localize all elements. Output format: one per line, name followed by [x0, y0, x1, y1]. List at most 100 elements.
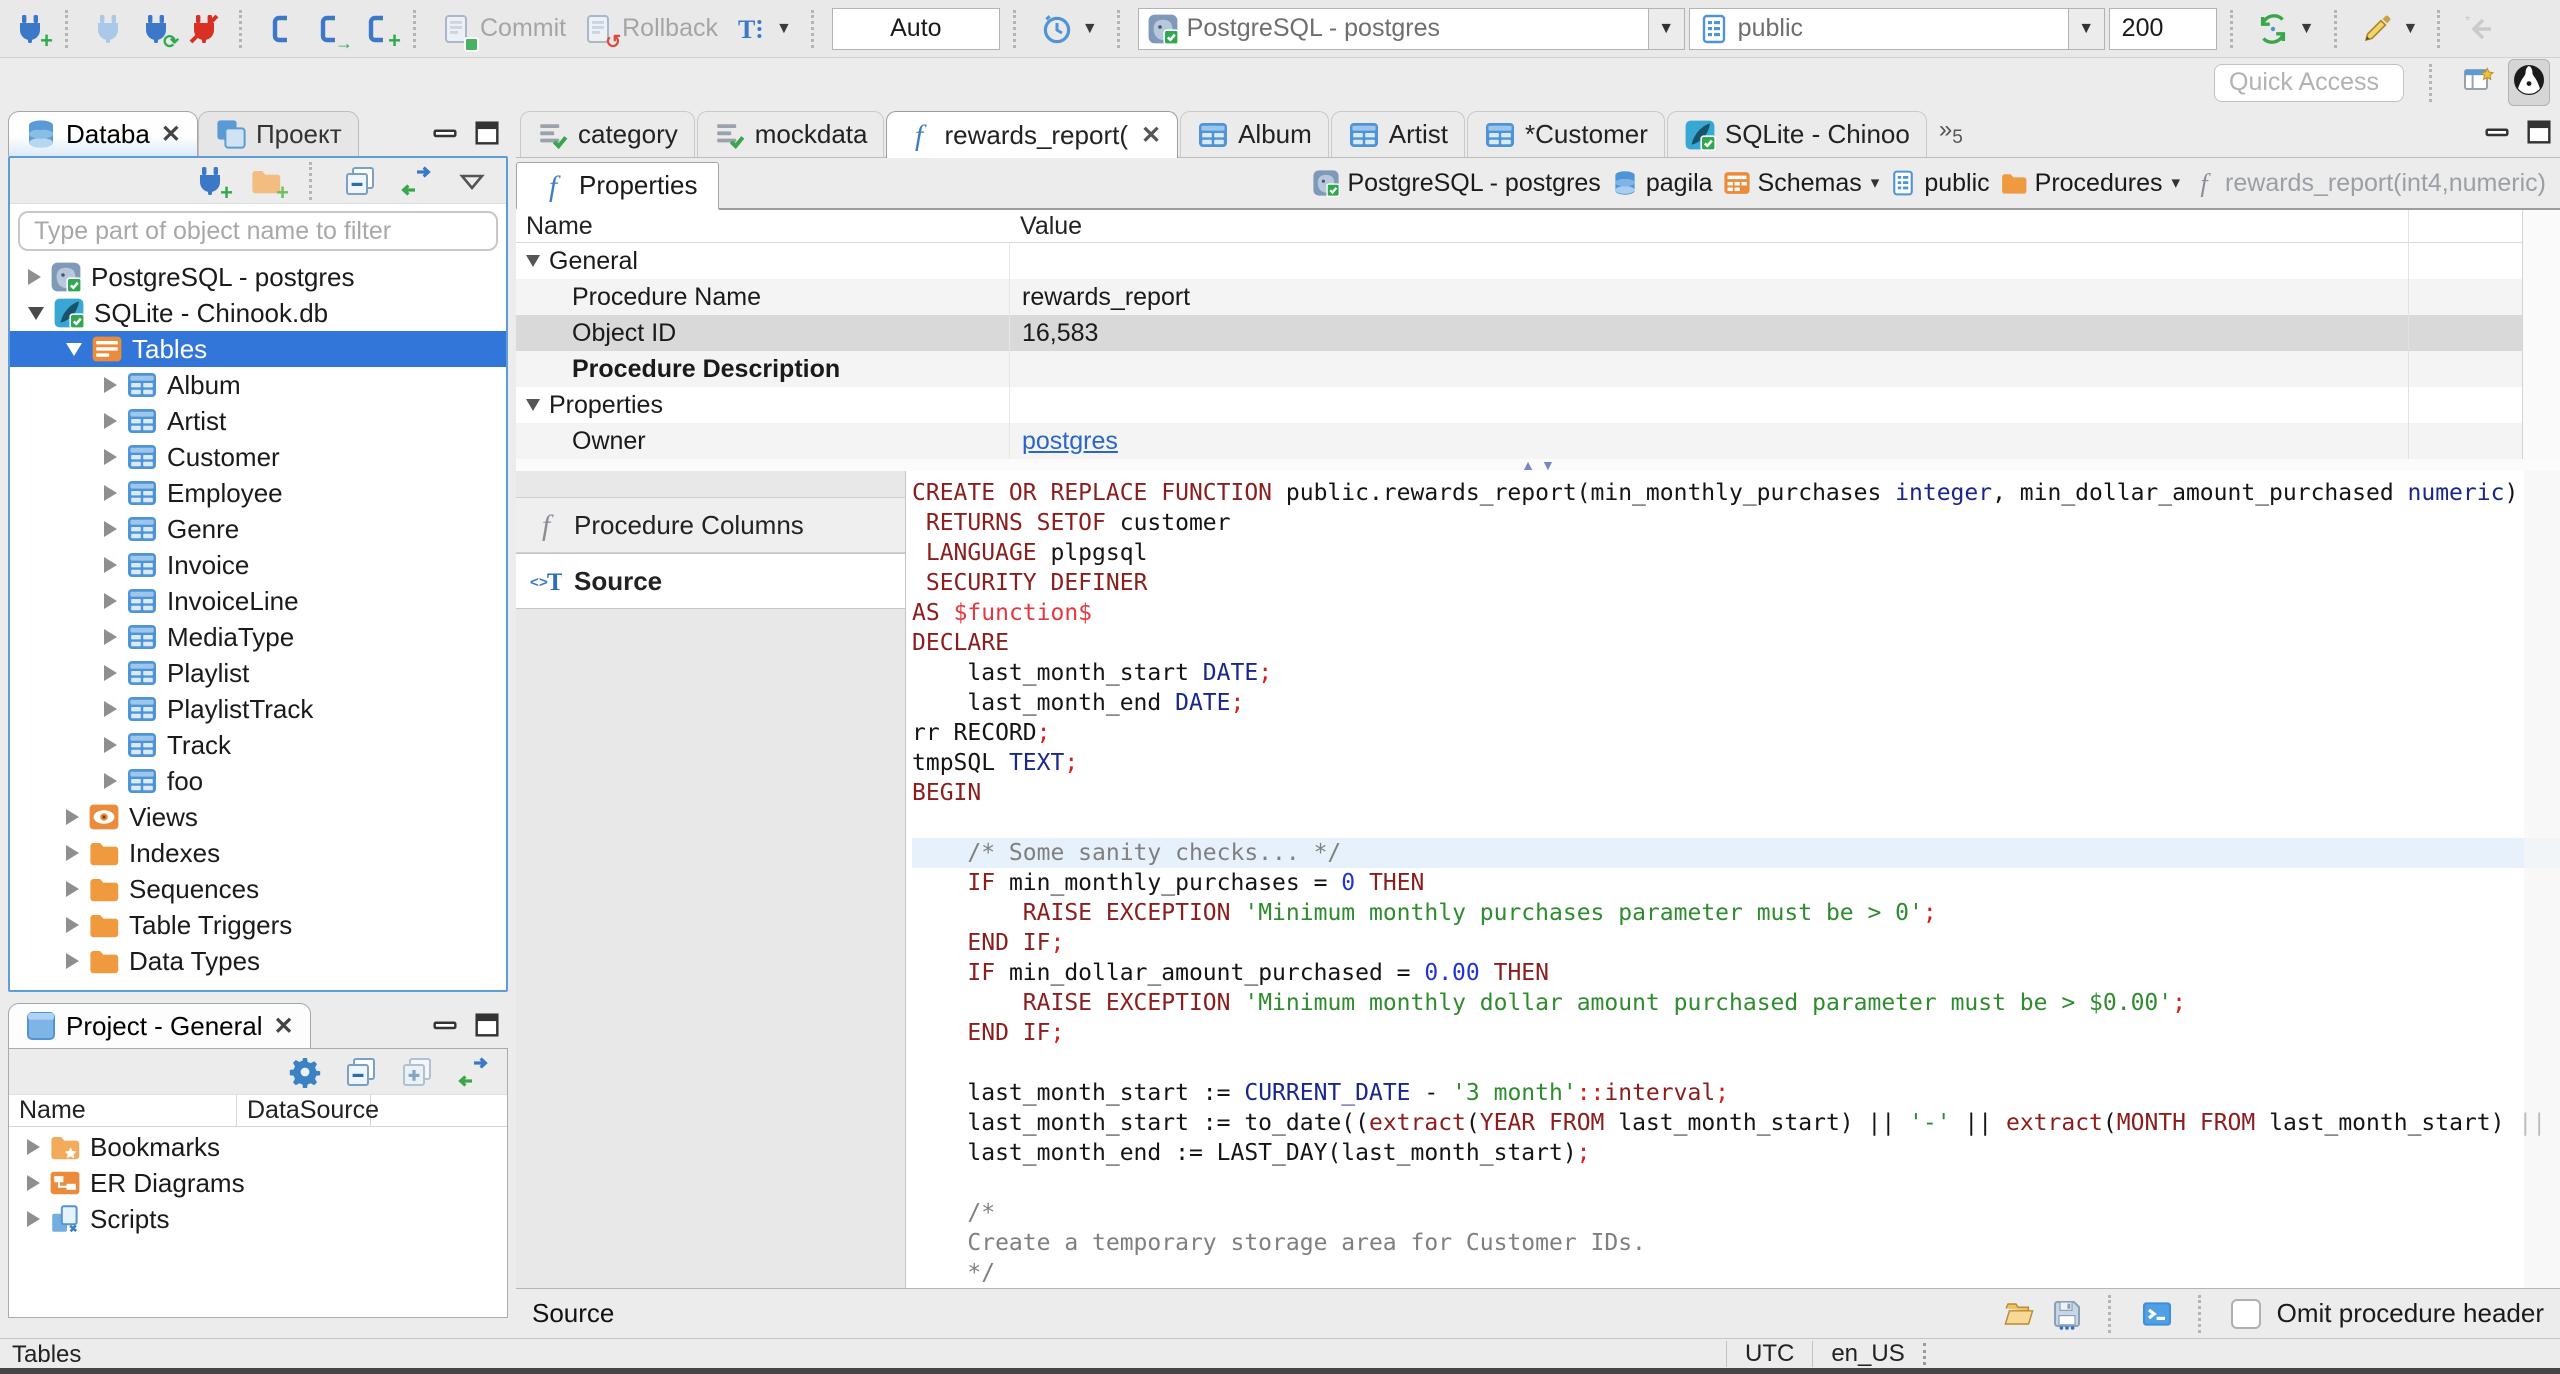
maximize-icon[interactable]: [2524, 117, 2554, 147]
tree-item-playlisttrack[interactable]: PlaylistTrack: [10, 691, 506, 727]
tree-item-table-triggers[interactable]: Table Triggers: [10, 907, 506, 943]
collapsed-arrow-icon[interactable]: [27, 1175, 40, 1191]
sash-collapse-control[interactable]: ▲ ▼: [516, 458, 2560, 472]
tree-item-mediatype[interactable]: MediaType: [10, 619, 506, 655]
editor-tab-rewards-report[interactable]: f rewards_report(✕: [886, 111, 1179, 158]
minimize-icon[interactable]: [430, 118, 460, 148]
collapse-all-button[interactable]: [339, 1052, 383, 1092]
tree-item-postgresql-postgres[interactable]: PostgreSQL - postgres: [10, 259, 506, 295]
status-timezone[interactable]: UTC: [1745, 1340, 1794, 1368]
rollback-button[interactable]: ↺ Rollback: [576, 9, 724, 52]
tree-item-genre[interactable]: Genre: [10, 511, 506, 547]
tree-item-data-types[interactable]: Data Types: [10, 943, 506, 979]
object-filter-input[interactable]: [18, 211, 498, 251]
link-with-editor-button[interactable]: [394, 161, 438, 201]
editor-tab-sqlite-chinoo[interactable]: SQLite - Chinoo: [1666, 111, 1927, 157]
link-with-editor-button[interactable]: [451, 1052, 495, 1092]
collapsed-arrow-icon[interactable]: [27, 1211, 40, 1227]
close-icon[interactable]: ✕: [161, 120, 181, 149]
tab-database-navigator[interactable]: Databa ✕: [8, 111, 198, 156]
editor-tab-artist[interactable]: Artist: [1330, 111, 1466, 157]
breadcrumb-rewards-report-int4-numeric[interactable]: f rewards_report(int4,numeric): [2190, 169, 2546, 198]
transaction-log-button[interactable]: ▼: [1034, 9, 1104, 49]
project-item-er-diagrams[interactable]: ER Diagrams: [9, 1165, 507, 1201]
collapsed-arrow-icon[interactable]: [104, 629, 117, 645]
refresh-button[interactable]: ▼: [2251, 9, 2321, 49]
settings-button[interactable]: [283, 1052, 327, 1092]
close-icon[interactable]: ✕: [1141, 121, 1161, 150]
tree-item-playlist[interactable]: Playlist: [10, 655, 506, 691]
breadcrumb-procedures[interactable]: Procedures ▾: [2000, 169, 2180, 198]
fetch-size-input[interactable]: 200: [2108, 7, 2217, 50]
status-locale[interactable]: en_US: [1831, 1340, 1904, 1368]
tree-item-artist[interactable]: Artist: [10, 403, 506, 439]
collapsed-arrow-icon[interactable]: [104, 665, 117, 681]
dropdown-caret-icon[interactable]: ▾: [1871, 173, 1880, 193]
collapsed-arrow-icon[interactable]: [104, 413, 117, 429]
tree-item-foo[interactable]: foo: [10, 763, 506, 799]
tree-item-customer[interactable]: Customer: [10, 439, 506, 475]
editor-tab-mockdata[interactable]: mockdata: [696, 111, 885, 157]
collapsed-arrow-icon[interactable]: [104, 521, 117, 537]
subtab-procedure-columns[interactable]: f Procedure Columns: [516, 497, 905, 553]
expanded-arrow-icon[interactable]: [66, 342, 82, 356]
collapsed-arrow-icon[interactable]: [66, 809, 79, 825]
back-button[interactable]: *: [2458, 9, 2502, 49]
connect-button[interactable]: [86, 9, 130, 49]
breadcrumb-postgresql-postgres[interactable]: PostgreSQL - postgres: [1312, 169, 1601, 198]
grid-header-value[interactable]: Value: [1010, 212, 2560, 241]
open-sql-console-icon[interactable]: [2141, 1298, 2173, 1330]
tab-project-general[interactable]: Project - General ✕: [8, 1003, 311, 1048]
dropdown-caret-icon[interactable]: ▾: [2172, 173, 2181, 193]
save-to-file-icon[interactable]: [2051, 1298, 2083, 1330]
dropdown-caret-icon[interactable]: ▼: [1082, 20, 1098, 38]
expanded-arrow-icon[interactable]: [526, 399, 540, 411]
tree-item-indexes[interactable]: Indexes: [10, 835, 506, 871]
sql-editor-button[interactable]: [260, 9, 304, 49]
column-header-name[interactable]: Name: [9, 1095, 237, 1126]
close-icon[interactable]: ✕: [274, 1012, 294, 1041]
dropdown-caret-icon[interactable]: ▼: [776, 20, 792, 38]
column-header-datasource[interactable]: DataSource: [237, 1095, 379, 1126]
commit-button[interactable]: Commit: [434, 9, 572, 52]
code-scrollbar[interactable]: [2524, 471, 2560, 1288]
property-row-properties[interactable]: Properties: [516, 387, 2560, 423]
database-combo[interactable]: public ▼: [1688, 7, 2105, 50]
collapsed-arrow-icon[interactable]: [66, 917, 79, 933]
tree-item-employee[interactable]: Employee: [10, 475, 506, 511]
subtab-source[interactable]: <> T Source: [516, 553, 905, 609]
connection-combo[interactable]: PostgreSQL - postgres ▼: [1137, 7, 1685, 50]
new-connection-button[interactable]: +: [8, 9, 53, 51]
dbeaver-perspective-button[interactable]: [2508, 59, 2550, 106]
tab-overflow[interactable]: »5: [1929, 116, 1973, 149]
view-menu-button[interactable]: [450, 161, 494, 201]
dropdown-arrow-icon[interactable]: ▼: [2067, 8, 2104, 49]
collapse-up-icon[interactable]: ▲: [1521, 458, 1535, 472]
sql-generator-button[interactable]: ▼: [2355, 9, 2425, 49]
editor-tab-customer[interactable]: *Customer: [1467, 111, 1665, 157]
auto-commit-combo[interactable]: Auto: [831, 7, 1000, 50]
grid-scrollbar[interactable]: [2522, 210, 2560, 459]
expanded-arrow-icon[interactable]: [28, 306, 44, 320]
tree-item-track[interactable]: Track: [10, 727, 506, 763]
collapsed-arrow-icon[interactable]: [66, 881, 79, 897]
omit-procedure-header-checkbox[interactable]: [2230, 1298, 2261, 1329]
breadcrumb-public[interactable]: public: [1889, 169, 1990, 198]
collapse-all-button[interactable]: [338, 161, 382, 201]
editor-tab-category[interactable]: category: [520, 111, 695, 157]
tree-item-invoice[interactable]: Invoice: [10, 547, 506, 583]
dropdown-arrow-icon[interactable]: ▼: [1647, 8, 1684, 49]
new-sql-editor-button[interactable]: →: [308, 9, 353, 52]
new-folder-button[interactable]: +: [244, 161, 289, 203]
tab-projects[interactable]: Проект: [197, 111, 359, 156]
project-item-scripts[interactable]: Scripts: [9, 1201, 507, 1237]
editor-tab-album[interactable]: Album: [1180, 111, 1329, 157]
maximize-icon[interactable]: [472, 1010, 502, 1040]
owner-link[interactable]: postgres: [1022, 427, 1118, 456]
dropdown-caret-icon[interactable]: ▼: [2299, 20, 2315, 38]
collapse-down-icon[interactable]: ▼: [1541, 458, 1555, 472]
collapsed-arrow-icon[interactable]: [104, 449, 117, 465]
expanded-arrow-icon[interactable]: [526, 255, 540, 267]
collapsed-arrow-icon[interactable]: [104, 593, 117, 609]
transaction-mode-button[interactable]: T ▼: [728, 9, 798, 49]
